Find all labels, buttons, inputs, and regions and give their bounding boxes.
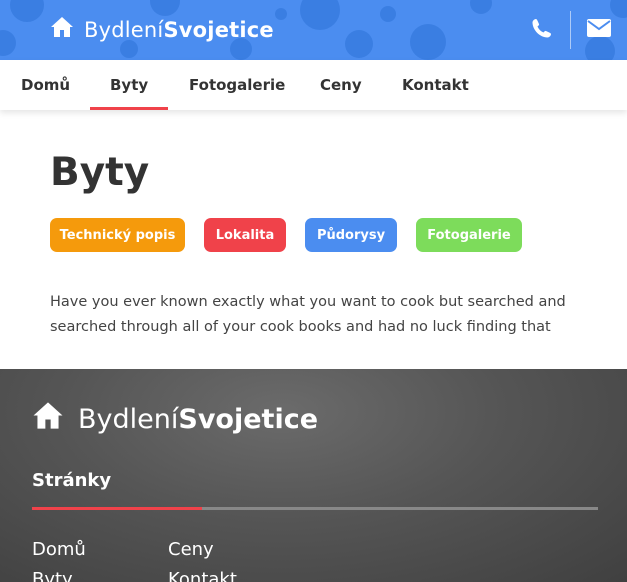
- tag-fotogalerie[interactable]: Fotogalerie: [416, 218, 522, 252]
- footer-link-domu[interactable]: Domů: [32, 539, 86, 560]
- top-header: BydleníSvojetice: [0, 0, 627, 60]
- footer-divider-accent: [32, 507, 202, 510]
- nav-item-kontakt[interactable]: Kontakt: [402, 60, 469, 110]
- footer-section-title: Stránky: [32, 470, 112, 491]
- nav-item-byty[interactable]: Byty: [89, 60, 169, 110]
- site-footer: BydleníSvojetice Stránky Domů Ceny Byty …: [0, 369, 627, 582]
- home-icon: [32, 401, 64, 437]
- header-contact-icons: [514, 0, 627, 60]
- nav-item-domu[interactable]: Domů: [21, 60, 70, 110]
- nav-item-ceny[interactable]: Ceny: [320, 60, 362, 110]
- intro-text: Have you ever known exactly what you wan…: [50, 294, 566, 335]
- site-logo[interactable]: BydleníSvojetice: [50, 16, 274, 43]
- footer-brand-light: Bydlení: [78, 403, 179, 435]
- email-button[interactable]: [571, 0, 627, 60]
- tag-technicky-popis[interactable]: Technický popis: [50, 218, 185, 252]
- footer-logo[interactable]: BydleníSvojetice: [32, 401, 318, 437]
- tag-lokalita[interactable]: Lokalita: [204, 218, 286, 252]
- brand-name-light: Bydlení: [84, 17, 164, 42]
- home-icon: [50, 16, 74, 43]
- envelope-icon: [587, 19, 611, 41]
- phone-button[interactable]: [514, 0, 570, 60]
- nav-item-fotogalerie[interactable]: Fotogalerie: [189, 60, 285, 110]
- phone-icon: [532, 18, 552, 42]
- tag-pudorysy[interactable]: Půdorysy: [305, 218, 397, 252]
- footer-link-kontakt[interactable]: Kontakt: [168, 569, 237, 582]
- page-title: Byty: [50, 150, 150, 195]
- footer-link-byty[interactable]: Byty: [32, 569, 73, 582]
- footer-brand-bold: Svojetice: [178, 403, 319, 435]
- footer-link-ceny[interactable]: Ceny: [168, 539, 214, 560]
- main-nav: Domů Byty Fotogalerie Ceny Kontakt: [0, 60, 627, 110]
- brand-name-bold: Svojetice: [163, 17, 274, 42]
